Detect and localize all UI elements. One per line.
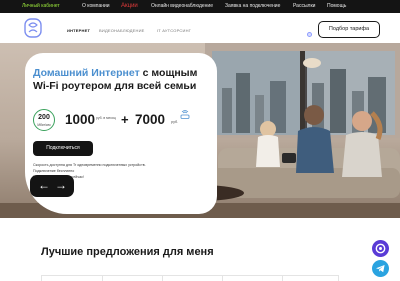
price-value: 1000 [65,112,96,127]
hero-title-line2: Wi-Fi роутером для всей семьи [33,80,197,92]
video-online-link[interactable]: Онлайн видеонаблюдение [151,0,213,13]
location-dot-icon [307,32,312,37]
request-link[interactable]: Заявка на подключение [225,0,280,13]
plus-sign: + [121,112,129,127]
slider-arrows: ← → [30,175,74,197]
mailing-link[interactable]: Рассылки [293,0,315,13]
top-bar: Личный кабинет О компании Акции Онлайн в… [0,0,400,13]
main-navbar: ИНТЕРНЕТ ВИДЕОНАБЛЮДЕНИЕ IT АУТСОРСИНГ П… [0,13,400,43]
price-note: руб. в месяц [96,116,116,120]
hero-banner: Домашний Интернет с мощным Wi-Fi роутеро… [0,43,400,218]
prev-arrow-icon[interactable]: ← [38,177,50,193]
offers-title: Лучшие предложения для меня [41,246,214,258]
bonus-value: 7000 [135,112,166,127]
nav-internet[interactable]: ИНТЕРНЕТ [67,28,90,33]
nav-video[interactable]: ВИДЕОНАБЛЮДЕНИЕ [99,28,145,33]
logo[interactable] [24,17,42,39]
pick-tariff-button[interactable]: Подбор тарифа [318,21,380,38]
help-link[interactable]: Помощь [327,0,346,13]
chat-button[interactable] [372,240,389,257]
hero-title-rest: с мощным [139,67,198,79]
nav-it[interactable]: IT АУТСОРСИНГ [157,28,191,33]
speed-value: 200 [38,114,50,121]
speed-unit: Мбит/сек [37,123,51,127]
connect-button[interactable]: Подключиться [33,141,93,156]
next-arrow-icon[interactable]: → [55,177,67,193]
fine-print-2: Подключение бесплатно [33,169,75,173]
account-link[interactable]: Личный кабинет [22,0,60,13]
chat-icon [375,243,386,254]
telegram-icon [376,265,385,273]
telegram-button[interactable] [372,260,389,277]
promo-link[interactable]: Акции [121,0,138,13]
hero-title-highlight: Домашний Интернет [33,67,140,79]
fine-print-1: Скорость доступна для Tr одновременно по… [33,163,146,167]
speed-badge: 200 Мбит/сек [33,109,55,131]
hero-title-line1: Домашний Интернет с мощным [33,67,197,79]
about-link[interactable]: О компании [82,0,110,13]
router-icon [180,110,190,119]
bonus-currency: руб. [171,120,179,124]
offers-tabs [41,275,339,281]
